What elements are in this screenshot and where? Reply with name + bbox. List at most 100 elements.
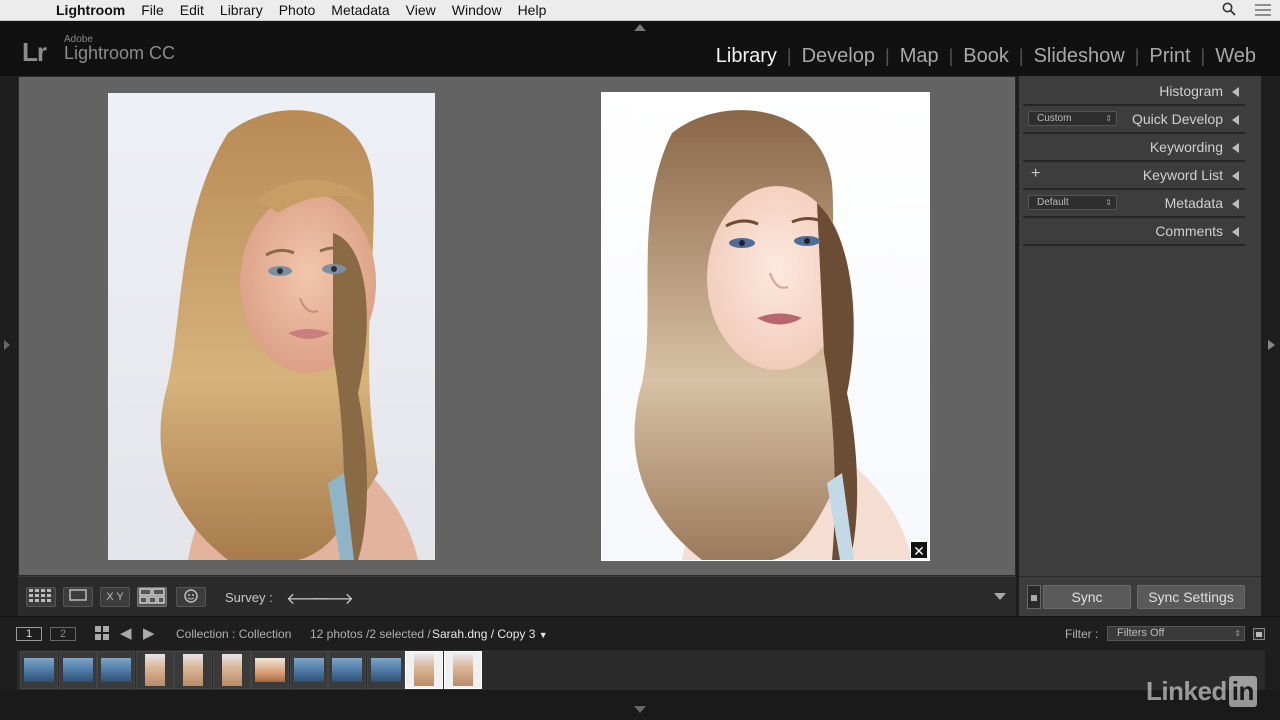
metadata-preset-select[interactable]: Default ⇕: [1028, 195, 1117, 210]
survey-photo-original[interactable]: [108, 93, 435, 560]
filmstrip-source[interactable]: Collection : Collection: [176, 627, 291, 641]
toolbar-options-chevron-down-icon[interactable]: [994, 593, 1006, 600]
panel-quick-develop[interactable]: Custom ⇕ Quick Develop: [1023, 106, 1245, 134]
thumbnail-image: [452, 654, 473, 686]
auto-sync-toggle[interactable]: [1027, 585, 1041, 609]
loupe-view-button[interactable]: [63, 587, 93, 607]
grid-icon: [29, 589, 51, 602]
portrait-image-edited: [634, 110, 912, 560]
collapse-filmstrip-icon[interactable]: [634, 706, 646, 713]
thumbnail-image: [255, 658, 285, 682]
spotlight-search-icon[interactable]: [1212, 2, 1246, 19]
filmstrip-thumbnail[interactable]: [405, 651, 443, 689]
filter-label: Filter :: [1065, 627, 1099, 641]
menu-library[interactable]: Library: [212, 0, 271, 21]
menu-edit[interactable]: Edit: [172, 0, 212, 21]
filmstrip-thumbnail[interactable]: [135, 651, 174, 689]
panel-metadata-title: Metadata: [1164, 195, 1223, 211]
add-keyword-plus-icon[interactable]: +: [1031, 165, 1040, 183]
sync-button[interactable]: Sync: [1043, 585, 1131, 609]
menu-help[interactable]: Help: [510, 0, 555, 21]
filmstrip-thumbnail[interactable]: [366, 651, 405, 689]
back-arrow-icon[interactable]: ◀: [120, 624, 132, 642]
grid-view-icon[interactable]: [95, 626, 109, 643]
thumbnail-image: [370, 658, 401, 682]
menu-app-lightroom[interactable]: Lightroom: [48, 0, 133, 21]
filmstrip-thumbnail[interactable]: [289, 651, 328, 689]
updown-arrows-icon: ⇕: [1234, 629, 1241, 638]
quick-develop-preset-select[interactable]: Custom ⇕: [1028, 111, 1117, 126]
module-web[interactable]: Web: [1205, 45, 1266, 68]
menu-photo[interactable]: Photo: [271, 0, 324, 21]
collapse-top-panel-icon[interactable]: [634, 24, 646, 31]
right-panel: Histogram Custom ⇕ Quick Develop Keywordi…: [1019, 76, 1261, 616]
panel-keywording-title: Keywording: [1149, 139, 1223, 155]
expand-keyword-list-icon[interactable]: [1232, 171, 1239, 181]
filmstrip: [17, 650, 1265, 690]
compare-view-button[interactable]: X Y: [100, 587, 130, 607]
loupe-icon: [69, 589, 87, 601]
menu-window[interactable]: Window: [444, 0, 510, 21]
filmstrip-thumbnail[interactable]: [328, 651, 366, 689]
expand-comments-icon[interactable]: [1232, 227, 1239, 237]
bottom-panel-bar: [0, 690, 1280, 720]
people-view-button[interactable]: [176, 587, 206, 607]
module-book[interactable]: Book: [953, 45, 1019, 68]
module-print[interactable]: Print: [1139, 45, 1200, 68]
menu-view[interactable]: View: [398, 0, 444, 21]
thumbnail-image: [414, 654, 434, 686]
panel-comments-title: Comments: [1155, 223, 1223, 239]
filmstrip-thumbnail[interactable]: [20, 651, 58, 689]
grid-view-button[interactable]: [26, 587, 56, 607]
panel-keywording[interactable]: Keywording: [1023, 134, 1245, 162]
thumbnail-image: [62, 658, 93, 682]
menu-file[interactable]: File: [133, 0, 172, 21]
filmstrip-header: 1 2 ◀ ▶ Collection : Collection 12 photo…: [0, 616, 1280, 650]
expand-quick-develop-icon[interactable]: [1232, 115, 1239, 125]
filmstrip-thumbnail[interactable]: [174, 651, 212, 689]
collapse-right-panel-icon[interactable]: [1268, 340, 1275, 350]
survey-photo-copy[interactable]: ✕: [601, 92, 930, 561]
filter-lock-icon[interactable]: [1253, 628, 1265, 640]
module-map[interactable]: Map: [890, 45, 949, 68]
menu-metadata[interactable]: Metadata: [323, 0, 397, 21]
filmstrip-thumbnail[interactable]: [212, 651, 251, 689]
sync-settings-button[interactable]: Sync Settings: [1137, 585, 1245, 609]
filmstrip-thumbnail[interactable]: [58, 651, 97, 689]
filmstrip-current-file[interactable]: Sarah.dng / Copy 3 ▼: [432, 627, 548, 641]
updown-arrows-icon: ⇕: [1105, 114, 1112, 123]
panel-keyword-list[interactable]: + Keyword List: [1023, 162, 1245, 190]
expand-histogram-icon[interactable]: [1232, 87, 1239, 97]
next-photo-arrow-icon[interactable]: 🡒: [311, 588, 354, 609]
module-slideshow[interactable]: Slideshow: [1024, 45, 1135, 68]
remove-from-survey-icon[interactable]: ✕: [910, 541, 928, 559]
filter-select[interactable]: Filters Off ⇕: [1107, 626, 1245, 641]
module-library[interactable]: Library: [706, 45, 787, 68]
auto-sync-knob: [1031, 595, 1037, 601]
module-develop[interactable]: Develop: [792, 45, 885, 68]
filmstrip-thumbnail[interactable]: [251, 651, 289, 689]
quick-develop-preset-value: Custom: [1037, 113, 1072, 124]
thumbnail-image: [101, 658, 131, 682]
thumbnail-image: [332, 658, 362, 682]
expand-left-panel-icon[interactable]: [4, 340, 10, 350]
lightroom-logo: Lr: [22, 37, 47, 67]
menu-bar: Lightroom File Edit Library Photo Metada…: [0, 0, 1280, 21]
expand-keywording-icon[interactable]: [1232, 143, 1239, 153]
forward-arrow-icon[interactable]: ▶: [143, 624, 155, 642]
notification-center-icon[interactable]: [1246, 3, 1280, 19]
panel-metadata[interactable]: Default ⇕ Metadata: [1023, 190, 1245, 218]
panel-comments[interactable]: Comments: [1023, 218, 1245, 246]
expand-metadata-icon[interactable]: [1232, 199, 1239, 209]
filmstrip-thumbnail[interactable]: [97, 651, 135, 689]
chevron-down-icon: ▼: [538, 630, 548, 640]
secondary-window-button[interactable]: 2: [50, 627, 76, 641]
lock-fill: [1256, 632, 1262, 637]
survey-view-canvas: ✕: [18, 76, 1016, 576]
survey-view-button[interactable]: [137, 587, 167, 607]
main-window-button[interactable]: 1: [16, 627, 42, 641]
right-panel-edge: [1262, 76, 1280, 616]
thumbnail-image: [293, 658, 324, 682]
filmstrip-thumbnail[interactable]: [443, 651, 482, 689]
panel-histogram[interactable]: Histogram: [1023, 78, 1245, 106]
